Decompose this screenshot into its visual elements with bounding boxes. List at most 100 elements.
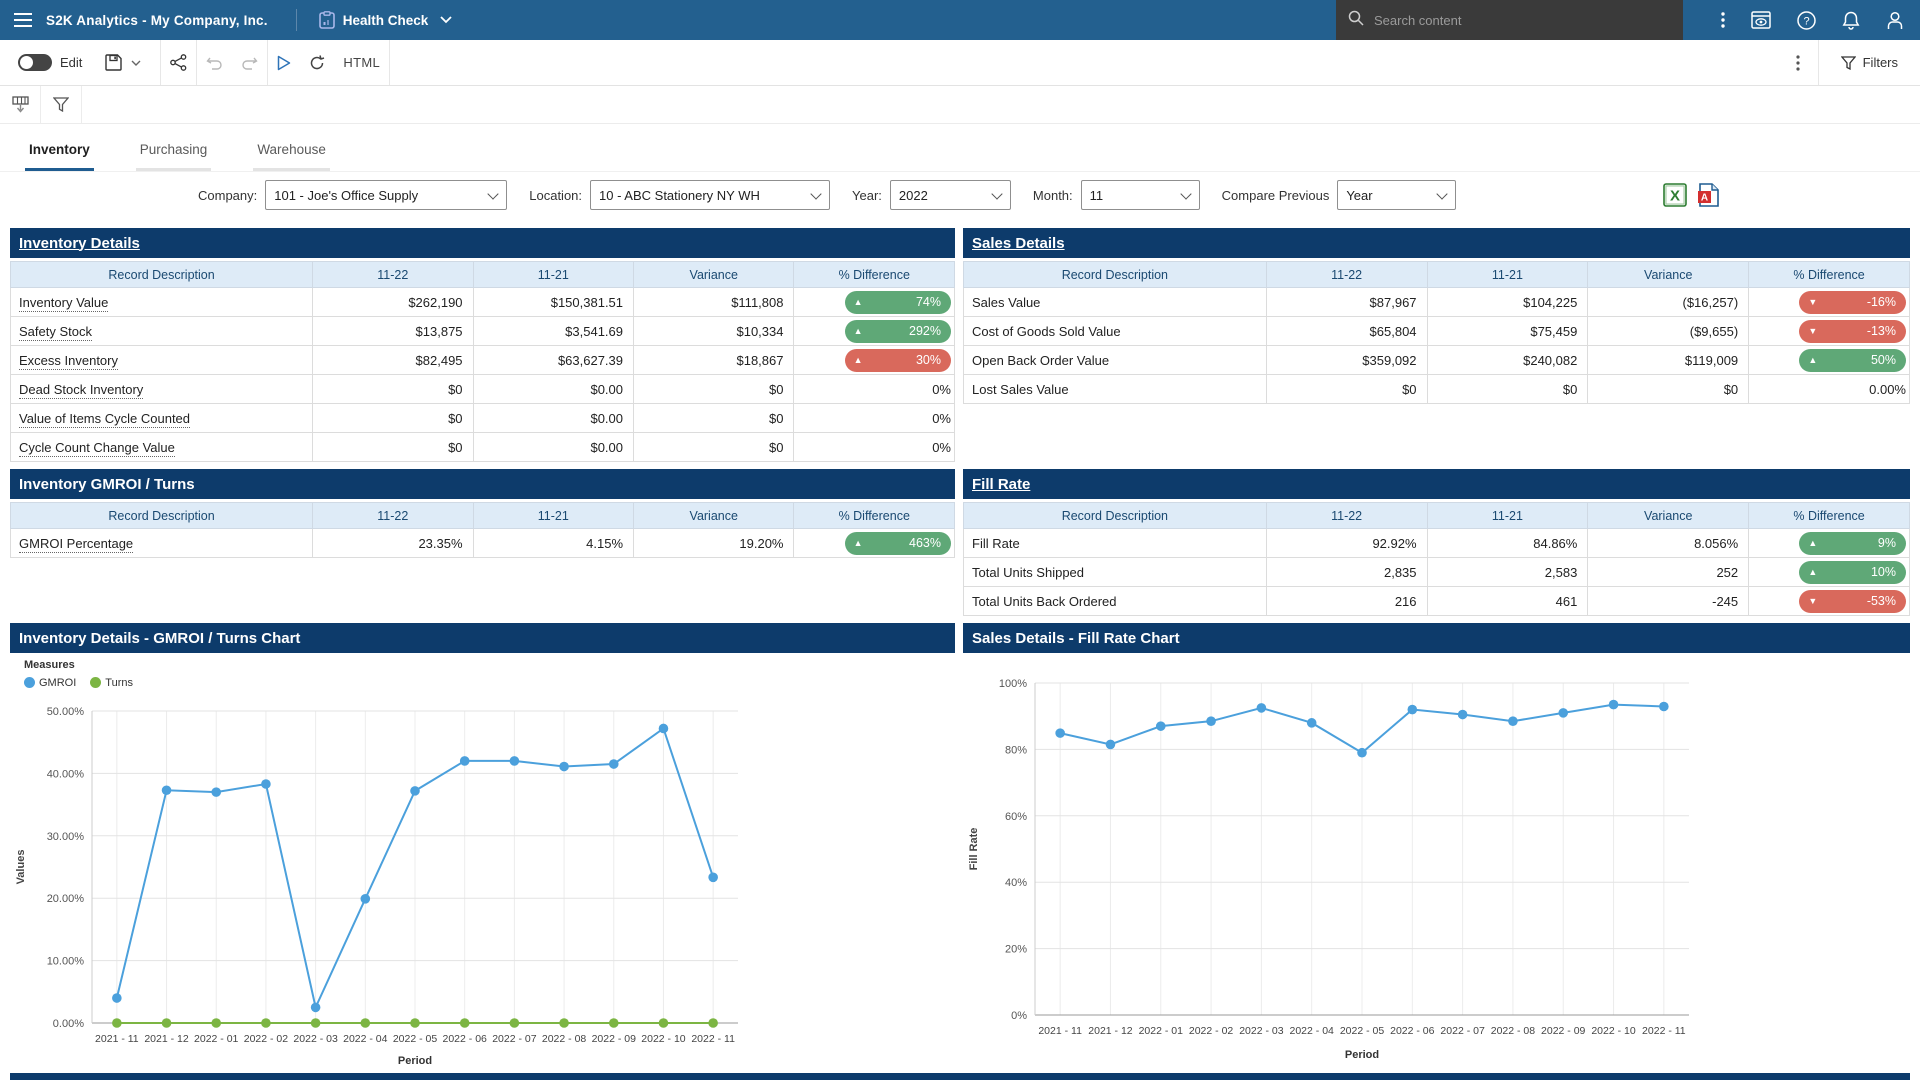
edit-toggle[interactable] <box>18 54 52 71</box>
fill-rate-point[interactable] <box>1206 716 1216 726</box>
turns-point[interactable] <box>211 1018 221 1028</box>
eye-preview-icon[interactable] <box>1751 11 1771 29</box>
value-cell: $0.00 <box>473 404 633 433</box>
gmroi-point[interactable] <box>708 872 718 882</box>
table-row: Lost Sales Value$0$0$00.00% <box>964 375 1910 404</box>
turns-point[interactable] <box>361 1018 371 1028</box>
x-tick-label: 2022 - 02 <box>1189 1025 1234 1037</box>
turns-point[interactable] <box>659 1018 669 1028</box>
fill-rate-point[interactable] <box>1458 710 1468 720</box>
gmroi-point[interactable] <box>311 1003 321 1013</box>
year-select[interactable]: 2022 <box>890 180 1011 210</box>
sales-details-table: Record Description11-2211-21Variance% Di… <box>963 261 1910 404</box>
report-toolbar: Edit HTML Filters <box>0 40 1920 86</box>
gmroi-point[interactable] <box>460 756 470 766</box>
turns-point[interactable] <box>162 1018 172 1028</box>
redo-icon[interactable] <box>232 40 267 85</box>
gmroi-point[interactable] <box>261 779 271 789</box>
value-cell: $111,808 <box>634 288 794 317</box>
fill-rate-point[interactable] <box>1558 708 1568 718</box>
save-chevron-icon[interactable] <box>131 40 150 85</box>
undo-icon[interactable] <box>197 40 232 85</box>
fill-rate-point[interactable] <box>1357 748 1367 758</box>
fill-rate-point[interactable] <box>1609 700 1619 710</box>
turns-point[interactable] <box>460 1018 470 1028</box>
notifications-icon[interactable] <box>1842 11 1860 30</box>
search-bar[interactable] <box>1336 0 1683 40</box>
excel-export-icon[interactable]: X <box>1663 183 1687 207</box>
record-description[interactable]: Inventory Value <box>19 295 108 312</box>
fill-rate-point[interactable] <box>1659 702 1669 712</box>
column-header: 11-21 <box>1427 503 1588 529</box>
percent-difference-badge: ▲74% <box>845 291 951 314</box>
fill-rate-point[interactable] <box>1055 728 1065 738</box>
chevron-down-icon[interactable] <box>440 16 452 24</box>
turns-point[interactable] <box>261 1018 271 1028</box>
more-options-icon[interactable] <box>1721 12 1725 28</box>
compare-previous-select[interactable]: Year <box>1337 180 1456 210</box>
tab-inventory[interactable]: Inventory <box>25 132 94 171</box>
search-input[interactable] <box>1374 13 1634 28</box>
fill-rate-point[interactable] <box>1508 716 1518 726</box>
save-icon[interactable] <box>96 40 131 85</box>
filters-button[interactable]: Filters <box>1819 40 1920 85</box>
turns-point[interactable] <box>708 1018 718 1028</box>
month-select[interactable]: 11 <box>1081 180 1200 210</box>
inventory-details-link[interactable]: Inventory Details <box>19 235 140 252</box>
record-description[interactable]: Value of Items Cycle Counted <box>19 411 190 428</box>
company-select[interactable]: 101 - Joe's Office Supply <box>265 180 507 210</box>
value-cell: $0 <box>634 404 794 433</box>
record-description[interactable]: Safety Stock <box>19 324 92 341</box>
gmroi-point[interactable] <box>659 724 669 734</box>
gmroi-point[interactable] <box>559 762 569 772</box>
more-options-icon[interactable] <box>1778 40 1818 85</box>
table-row: Sales Value$87,967$104,225($16,257)▼-16% <box>964 288 1910 317</box>
fill-rate-point[interactable] <box>1307 718 1317 728</box>
refresh-icon[interactable] <box>300 40 334 85</box>
gmroi-point[interactable] <box>162 785 172 795</box>
filter-funnel-icon[interactable] <box>41 86 82 123</box>
play-icon[interactable] <box>268 40 300 85</box>
turns-point[interactable] <box>410 1018 420 1028</box>
record-description[interactable]: Dead Stock Inventory <box>19 382 143 399</box>
user-profile-icon[interactable] <box>1886 11 1904 30</box>
record-description[interactable]: Excess Inventory <box>19 353 118 370</box>
sales-details-link[interactable]: Sales Details <box>972 235 1065 252</box>
location-select[interactable]: 10 - ABC Stationery NY WH <box>590 180 830 210</box>
share-icon[interactable] <box>161 40 196 85</box>
fill-rate-point[interactable] <box>1257 703 1267 713</box>
turns-point[interactable] <box>559 1018 569 1028</box>
y-tick-label: 100% <box>999 678 1027 690</box>
legend-item-turns[interactable]: Turns <box>90 677 133 689</box>
record-description[interactable]: Cycle Count Change Value <box>19 440 175 457</box>
gmroi-point[interactable] <box>211 787 221 797</box>
report-title[interactable]: Health Check <box>343 13 429 28</box>
record-description[interactable]: GMROI Percentage <box>19 536 133 553</box>
tab-purchasing[interactable]: Purchasing <box>136 132 212 171</box>
turns-point[interactable] <box>112 1018 122 1028</box>
turns-point[interactable] <box>311 1018 321 1028</box>
gmroi-point[interactable] <box>510 756 520 766</box>
menu-icon[interactable] <box>0 0 46 40</box>
legend-item-gmroi[interactable]: GMROI <box>24 677 76 689</box>
gmroi-point[interactable] <box>361 894 371 904</box>
gmroi-point[interactable] <box>112 993 122 1003</box>
fill-rate-point[interactable] <box>1408 705 1418 715</box>
filter-bar: Company: 101 - Joe's Office Supply Locat… <box>0 172 1920 218</box>
fill-rate-link[interactable]: Fill Rate <box>972 476 1030 493</box>
pdf-export-icon[interactable]: A <box>1696 183 1720 207</box>
fill-rate-point[interactable] <box>1106 740 1116 750</box>
tab-warehouse[interactable]: Warehouse <box>253 132 330 171</box>
turns-point[interactable] <box>609 1018 619 1028</box>
turns-point[interactable] <box>510 1018 520 1028</box>
help-icon[interactable]: ? <box>1797 11 1816 30</box>
clipboard-icon <box>319 11 335 29</box>
panel-title-bar: Inventory Details <box>10 228 955 258</box>
html-button[interactable]: HTML <box>334 40 389 85</box>
gmroi-turns-chart-title: Inventory Details - GMROI / Turns Chart <box>19 630 300 647</box>
gmroi-point[interactable] <box>609 759 619 769</box>
value-cell: 4.15% <box>473 529 633 558</box>
gmroi-point[interactable] <box>410 786 420 796</box>
table-export-icon[interactable] <box>0 86 41 123</box>
fill-rate-point[interactable] <box>1156 721 1166 731</box>
